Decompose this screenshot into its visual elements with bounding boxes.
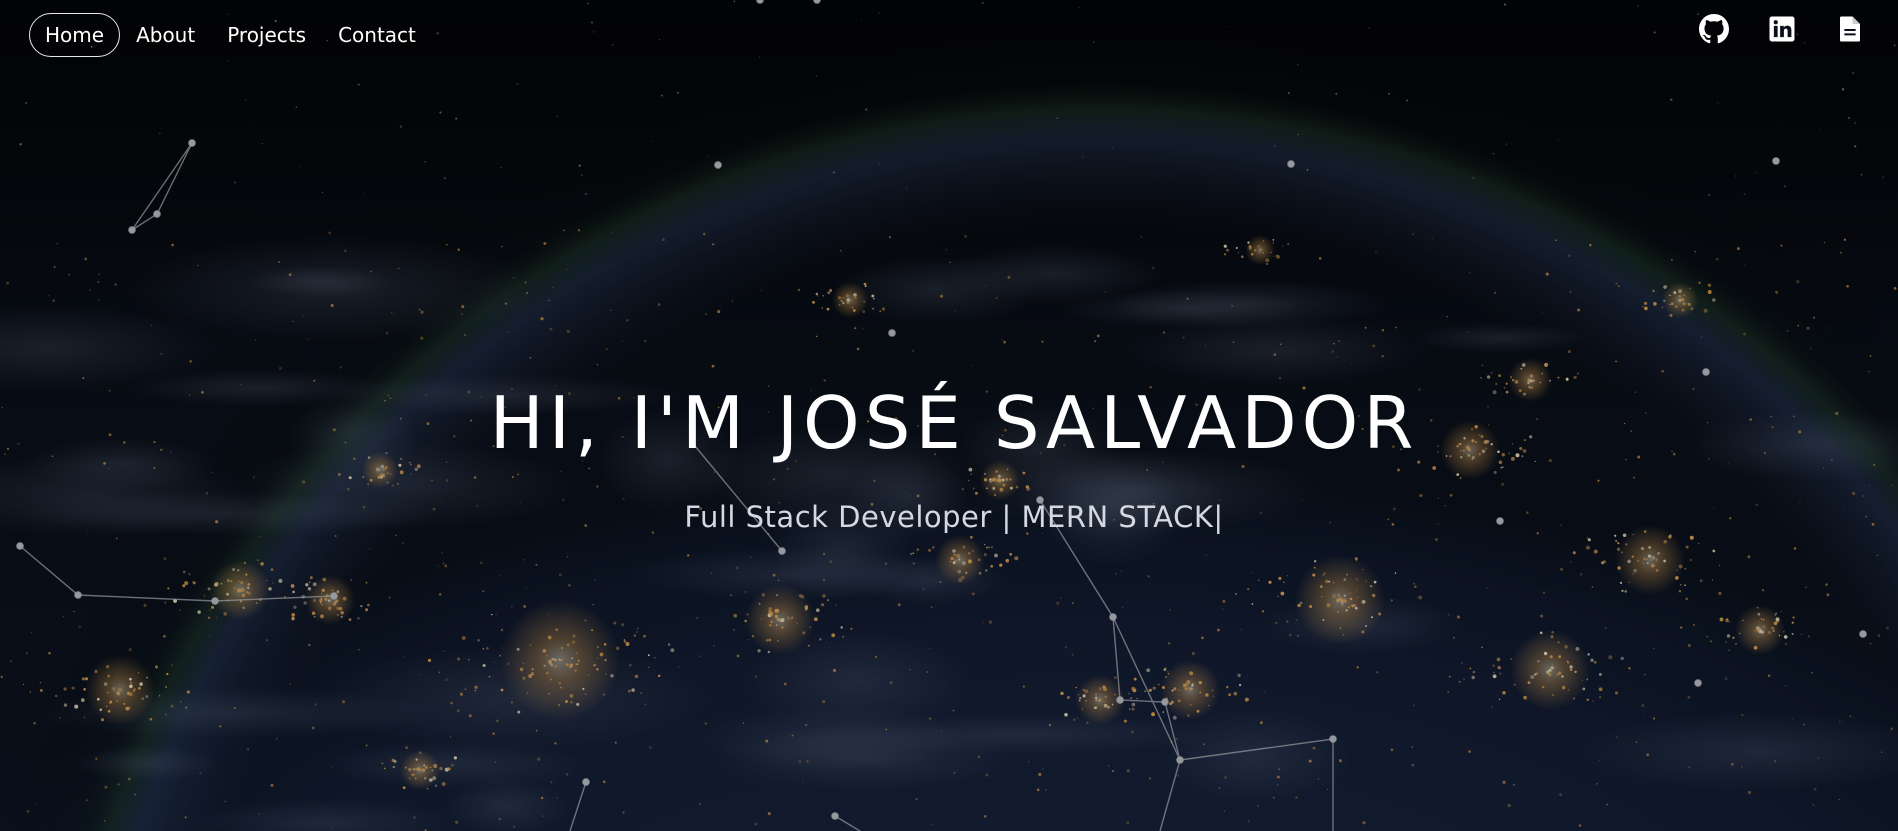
nav-home-link[interactable]: Home bbox=[29, 13, 121, 57]
hero-title: HI, I'M JOSÉ SALVADOR bbox=[489, 381, 1419, 465]
linkedin-icon[interactable] bbox=[1767, 14, 1797, 44]
github-icon[interactable] bbox=[1699, 14, 1729, 44]
resume-document-icon[interactable] bbox=[1835, 14, 1865, 44]
hero-section: Home About Projects Contact HI, I'M JOSÉ… bbox=[0, 0, 1898, 831]
hero-subtitle: Full Stack Developer | MERN STACK| bbox=[684, 500, 1224, 534]
nav-about-link[interactable]: About bbox=[120, 13, 211, 57]
main-nav: Home About Projects Contact bbox=[29, 13, 432, 57]
nav-projects-link[interactable]: Projects bbox=[211, 13, 322, 57]
nav-contact-link[interactable]: Contact bbox=[322, 13, 432, 57]
social-links bbox=[1699, 14, 1865, 44]
